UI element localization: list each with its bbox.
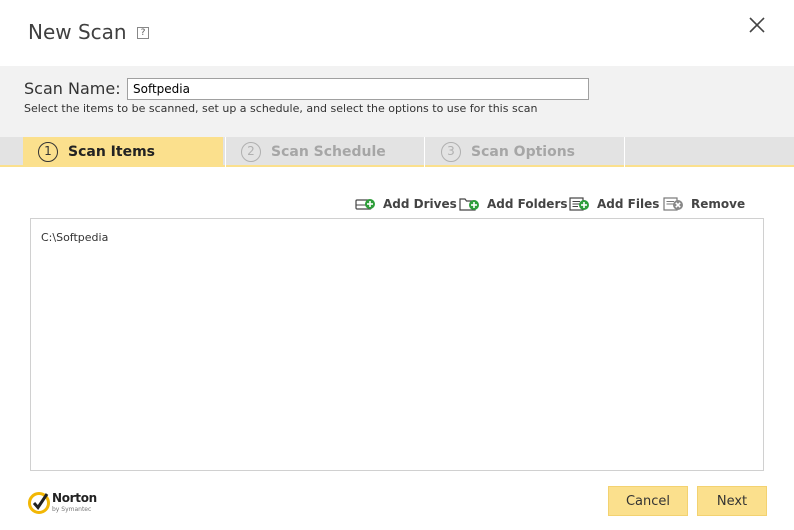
remove-button[interactable]: Remove xyxy=(663,195,745,213)
add-folders-button[interactable]: Add Folders xyxy=(459,195,568,213)
add-drives-button[interactable]: Add Drives xyxy=(355,195,457,213)
norton-brand: Norton xyxy=(52,491,97,505)
cancel-button[interactable]: Cancel xyxy=(608,486,688,516)
tab-label: Scan Options xyxy=(471,144,576,160)
folder-add-icon xyxy=(459,198,479,211)
scan-name-input[interactable] xyxy=(127,78,589,100)
add-drives-label: Add Drives xyxy=(383,197,457,211)
scan-name-label: Scan Name: xyxy=(24,79,121,98)
norton-logo: Norton by Symantec xyxy=(28,488,118,518)
page-title: New Scan xyxy=(28,20,127,44)
tab-scan-schedule[interactable]: 2 Scan Schedule xyxy=(225,137,422,167)
drive-add-icon xyxy=(355,199,375,210)
norton-brand-sub: by Symantec xyxy=(52,506,92,513)
add-files-button[interactable]: Add Files xyxy=(569,195,659,213)
tab-scan-items[interactable]: 1 Scan Items xyxy=(23,137,223,167)
tab-label: Scan Items xyxy=(68,144,155,160)
scan-name-hint: Select the items to be scanned, set up a… xyxy=(24,102,538,115)
file-add-icon xyxy=(569,197,589,211)
step-number-2: 2 xyxy=(241,142,261,162)
add-files-label: Add Files xyxy=(597,197,660,211)
remove-label: Remove xyxy=(691,197,746,211)
scan-items-list[interactable]: C:\Softpedia xyxy=(30,218,764,471)
remove-icon xyxy=(663,197,683,211)
step-number-1: 1 xyxy=(38,142,58,162)
tab-scan-options[interactable]: 3 Scan Options xyxy=(424,137,625,167)
close-button[interactable] xyxy=(744,12,770,38)
help-icon[interactable]: ? xyxy=(137,27,149,39)
list-item[interactable]: C:\Softpedia xyxy=(41,231,108,244)
close-icon xyxy=(749,17,765,33)
tab-label: Scan Schedule xyxy=(271,144,386,160)
tab-bar: 1 Scan Items 2 Scan Schedule 3 Scan Opti… xyxy=(0,137,794,167)
add-folders-label: Add Folders xyxy=(487,197,568,211)
step-number-3: 3 xyxy=(441,142,461,162)
norton-check-icon xyxy=(28,492,50,514)
next-button[interactable]: Next xyxy=(697,486,767,516)
